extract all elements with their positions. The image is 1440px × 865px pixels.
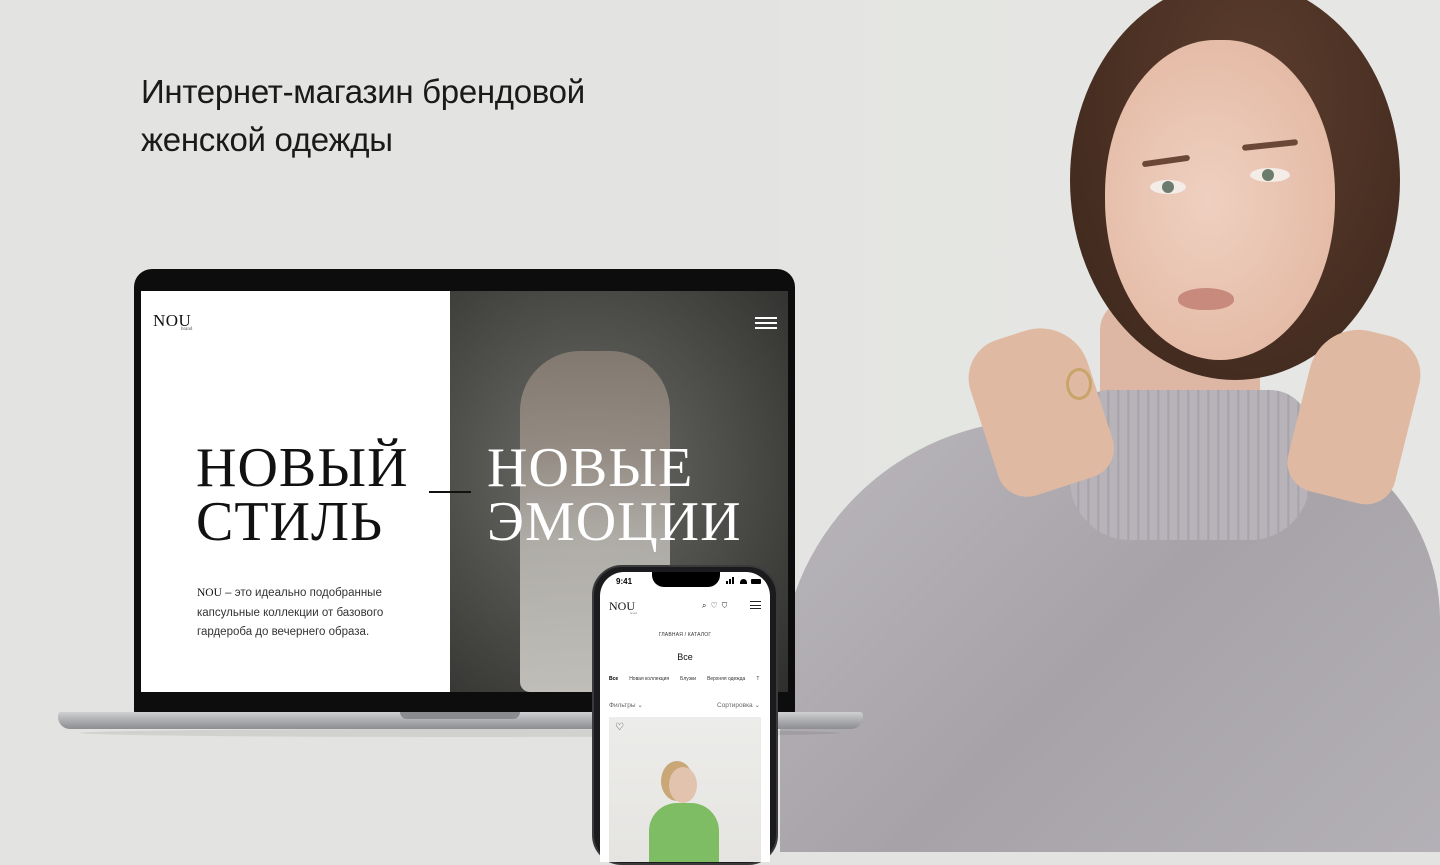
- cart-icon[interactable]: ⛉: [722, 601, 732, 610]
- hero-dash: [429, 491, 471, 493]
- hero-title-right: НОВЫЕ ЭМОЦИИ: [487, 437, 742, 553]
- lips: [1178, 288, 1234, 310]
- headline-line-1: Интернет-магазин брендовой: [141, 73, 585, 110]
- product-card[interactable]: ♡: [609, 717, 761, 862]
- hero-left-line-2: СТИЛЬ: [196, 491, 384, 553]
- page-headline: Интернет-магазин брендовой женской одежд…: [141, 68, 701, 164]
- product-image-head: [669, 767, 697, 803]
- status-icons: [726, 577, 762, 584]
- hamburger-menu-icon[interactable]: [755, 317, 777, 329]
- tab-outerwear[interactable]: Верхняя одежда: [707, 676, 745, 682]
- face: [1105, 40, 1335, 360]
- hero-title-left: НОВЫЙ СТИЛЬ: [196, 437, 409, 553]
- sort-label: Сортировка: [717, 702, 753, 709]
- heart-icon[interactable]: ♡: [710, 601, 721, 610]
- sort-dropdown[interactable]: Сортировка ⌄: [717, 701, 760, 709]
- hero-right-line-2: ЭМОЦИИ: [487, 491, 742, 553]
- hero-left-line-1: НОВЫЙ: [196, 437, 409, 499]
- chevron-down-icon: ⌄: [754, 702, 760, 709]
- phone-screen: 9:41 NOU brand ⌕♡⛉ ГЛАВНАЯ / КАТАЛОГ Все…: [600, 572, 770, 862]
- filter-dropdown[interactable]: Фильтры ⌄: [609, 701, 643, 709]
- left-eye: [1150, 180, 1186, 194]
- breadcrumb[interactable]: ГЛАВНАЯ / КАТАЛОГ: [600, 632, 770, 638]
- right-eye: [1250, 168, 1290, 182]
- product-image-body: [649, 803, 719, 862]
- phone-notch: [652, 572, 720, 587]
- desc-text: – это идеально подобранные капсульные ко…: [197, 587, 384, 638]
- tab-more[interactable]: Т: [756, 676, 759, 682]
- filter-label: Фильтры: [609, 702, 636, 709]
- ring: [1066, 368, 1092, 400]
- hero-right-line-1: НОВЫЕ: [487, 437, 694, 499]
- tab-blouses[interactable]: Блузки: [680, 676, 696, 682]
- page-title: Все: [677, 652, 693, 662]
- category-tabs: Все Новая коллекция Блузки Верхняя одежда Т: [609, 676, 770, 682]
- favorite-heart-icon[interactable]: ♡: [615, 722, 624, 733]
- laptop-notch: [400, 712, 520, 719]
- status-time: 9:41: [616, 577, 633, 586]
- desc-brand: NOU: [197, 587, 222, 599]
- tab-new-collection[interactable]: Новая коллекция: [629, 676, 669, 682]
- site-logo-sub: brand: [181, 327, 193, 332]
- phone-logo-sub: brand: [630, 611, 637, 615]
- tab-all[interactable]: Все: [609, 676, 618, 682]
- phone-header-icons: ⌕♡⛉: [702, 601, 731, 611]
- model-photo: [780, 0, 1440, 852]
- hero-description: NOU – это идеально подобранные капсульны…: [197, 584, 397, 643]
- menu-icon[interactable]: [750, 601, 761, 612]
- chevron-down-icon: ⌄: [637, 702, 643, 709]
- headline-line-2: женской одежды: [141, 121, 393, 158]
